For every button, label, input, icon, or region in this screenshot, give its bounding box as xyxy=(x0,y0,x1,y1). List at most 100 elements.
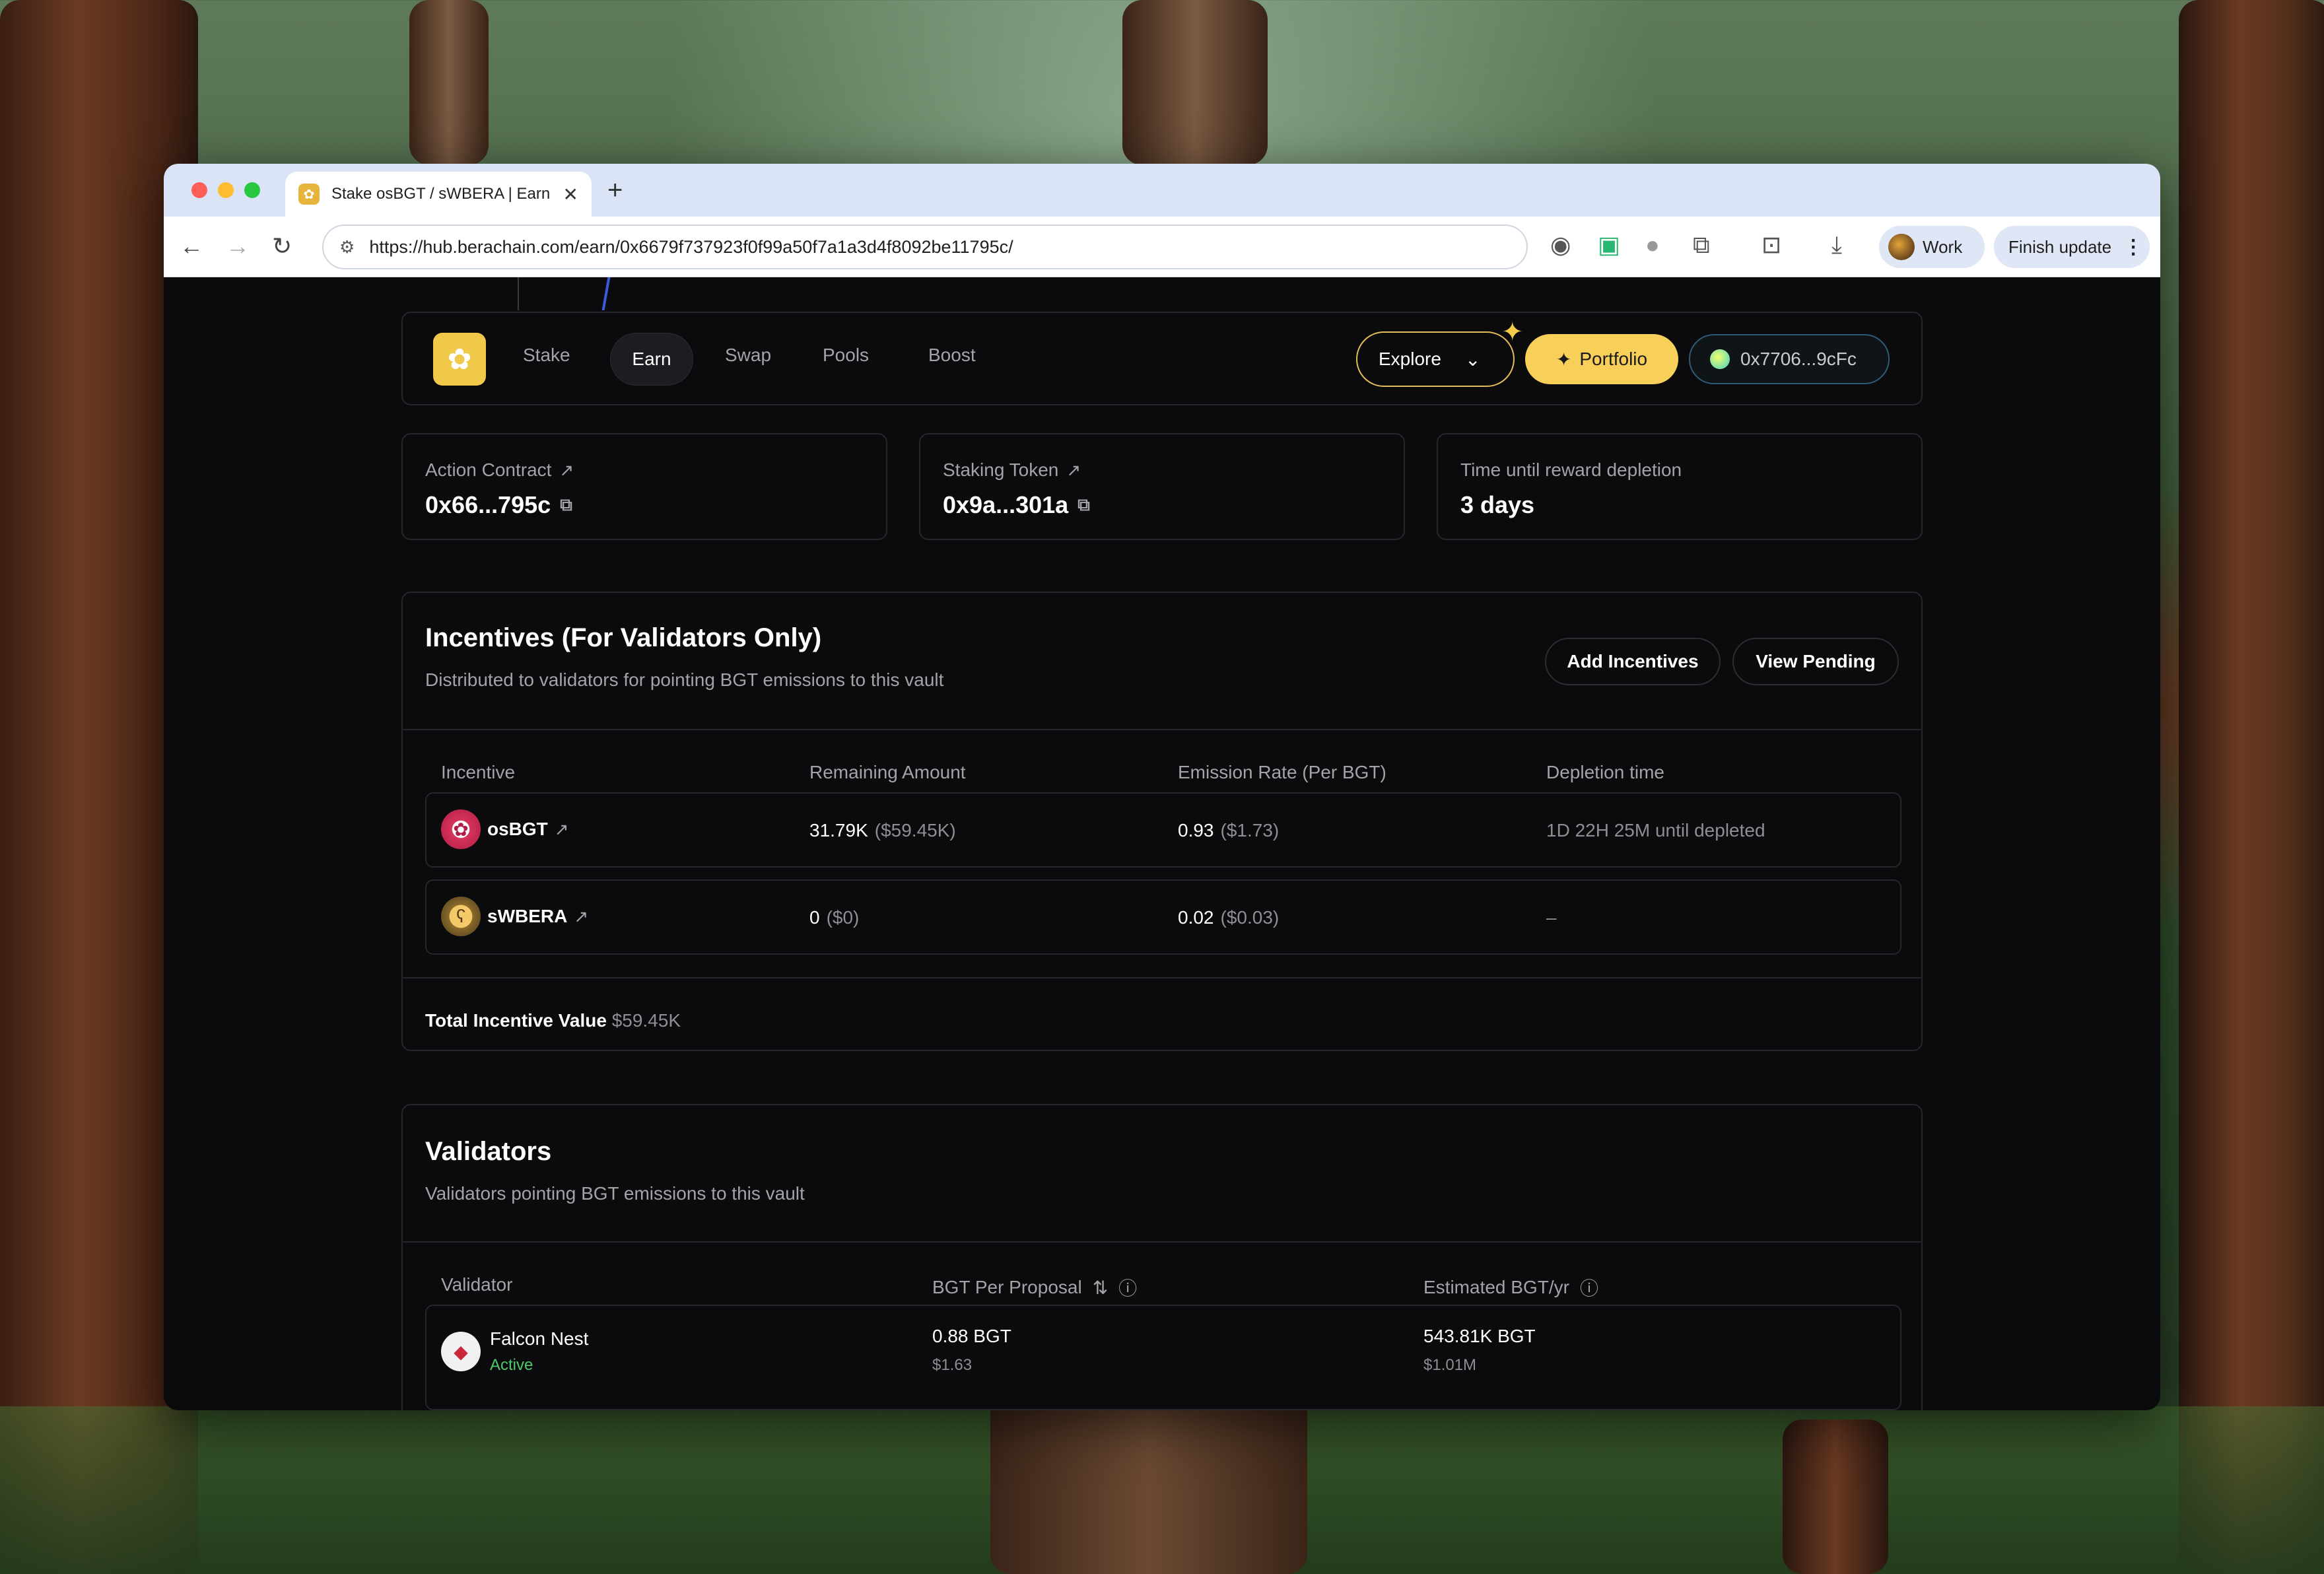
wallet-button[interactable]: 0x7706...9cFc xyxy=(1689,334,1890,384)
reading-mode-icon[interactable]: ⊡ xyxy=(1761,231,1781,259)
divider xyxy=(403,1241,1921,1243)
column-header-label: Estimated BGT/yr xyxy=(1423,1277,1569,1297)
extension-gray-icon[interactable]: ● xyxy=(1645,231,1660,259)
copy-icon[interactable]: ⧉ xyxy=(1077,495,1090,516)
divider xyxy=(403,977,1921,978)
external-link-icon[interactable]: ↗ xyxy=(559,460,574,481)
emission-rate-cell: 0.93 ($1.73) xyxy=(1178,820,1279,841)
extension-green-icon[interactable]: ▣ xyxy=(1598,231,1620,259)
wallet-avatar-icon xyxy=(1710,349,1730,369)
incentive-token-cell: ʕ sWBERA ↗ xyxy=(441,897,588,936)
status-badge: Active xyxy=(490,1356,533,1374)
copy-icon[interactable]: ⧉ xyxy=(560,495,572,516)
nav-link-pools[interactable]: Pools xyxy=(823,345,869,366)
panel-subtitle: Validators pointing BGT emissions to thi… xyxy=(425,1183,805,1204)
panel-subtitle: Distributed to validators for pointing B… xyxy=(425,669,944,690)
column-header: Remaining Amount xyxy=(809,762,966,782)
address-bar[interactable]: ⚙ https://hub.berachain.com/earn/0x6679f… xyxy=(322,224,1528,269)
extension-pin-icon[interactable]: ◉ xyxy=(1550,231,1571,259)
external-link-icon[interactable]: ↗ xyxy=(574,907,588,927)
url-text: https://hub.berachain.com/earn/0x6679f73… xyxy=(369,236,1013,257)
explore-dropdown[interactable]: Explore ⌄ xyxy=(1356,331,1515,387)
finish-update-label: Finish update xyxy=(2008,236,2112,257)
column-header: Depletion time xyxy=(1546,762,1664,782)
remaining-amount-cell: 0 ($0) xyxy=(809,907,859,928)
table-row[interactable]: ʕ sWBERA ↗ 0 ($0) 0.02 ($0.03) – xyxy=(425,879,1901,955)
sparkle-icon: ✦ xyxy=(1555,349,1572,370)
validator-info: Falcon Nest Active xyxy=(490,1328,588,1375)
emission-rate-usd: ($0.03) xyxy=(1220,907,1280,928)
token-name: osBGT xyxy=(487,819,548,839)
explore-label: Explore xyxy=(1379,349,1441,369)
stat-card-reward-depletion: Time until reward depletion 3 days xyxy=(1437,433,1923,540)
maximize-window-button[interactable] xyxy=(244,182,260,198)
background-tree-trunk xyxy=(1122,0,1268,165)
total-value: $59.45K xyxy=(611,1010,681,1031)
estimated-bgt-cell: 543.81K BGT $1.01M xyxy=(1423,1326,1536,1375)
column-header: Incentive xyxy=(441,762,516,782)
tab-title: Stake osBGT / sWBERA | Earn xyxy=(331,185,551,203)
site-settings-icon[interactable]: ⚙ xyxy=(339,237,355,257)
portfolio-button[interactable]: ✦ Portfolio xyxy=(1525,334,1678,384)
close-window-button[interactable] xyxy=(191,182,207,198)
minimize-window-button[interactable] xyxy=(218,182,234,198)
stat-card-action-contract: Action Contract ↗ 0x66...795c ⧉ xyxy=(401,433,887,540)
profile-chip[interactable]: Work xyxy=(1879,226,1985,268)
nav-link-stake[interactable]: Stake xyxy=(523,345,570,366)
kebab-menu-icon[interactable]: ⋮ xyxy=(2123,236,2143,259)
sort-icon[interactable]: ⇅ xyxy=(1093,1277,1108,1299)
stat-value: 0x66...795c xyxy=(425,491,551,518)
column-header: Estimated BGT/yr ⓘ xyxy=(1423,1274,1598,1301)
table-row[interactable]: ✿ osBGT ↗ 31.79K ($59.45K) 0.93 ($1.73) … xyxy=(425,792,1901,868)
table-row[interactable]: ◆ Falcon Nest Active 0.88 BGT $1.63 543.… xyxy=(425,1305,1901,1410)
extensions-puzzle-icon[interactable]: ⧉ xyxy=(1693,231,1710,259)
reload-icon[interactable]: ↻ xyxy=(272,232,292,260)
browser-tab[interactable]: ✿ Stake osBGT / sWBERA | Earn ✕ xyxy=(285,172,592,217)
validator-cell: ◆ Falcon Nest Active xyxy=(441,1328,588,1375)
bear-favicon-icon: ✿ xyxy=(298,184,320,205)
nav-link-earn[interactable]: Earn xyxy=(610,333,693,386)
sparkle-icon: ✦ xyxy=(1501,318,1524,347)
background-tree-trunk xyxy=(409,0,489,165)
info-icon[interactable]: ⓘ xyxy=(1580,1274,1598,1301)
close-tab-icon[interactable]: ✕ xyxy=(563,184,578,205)
column-header-sortable[interactable]: BGT Per Proposal ⇅ ⓘ xyxy=(932,1274,1137,1301)
finish-update-button[interactable]: Finish update ⋮ xyxy=(1994,226,2150,268)
nav-link-swap[interactable]: Swap xyxy=(725,345,771,366)
remaining-amount-usd: ($59.45K) xyxy=(874,820,956,840)
column-header: Emission Rate (Per BGT) xyxy=(1178,762,1386,782)
estimated-bgt-per-year: 543.81K BGT xyxy=(1423,1326,1536,1346)
browser-window: ✿ Stake osBGT / sWBERA | Earn ✕ + ← → ↻ … xyxy=(164,164,2160,1410)
osbgt-token-icon: ✿ xyxy=(441,809,481,849)
info-icon[interactable]: ⓘ xyxy=(1118,1274,1137,1301)
external-link-icon[interactable]: ↗ xyxy=(1066,460,1081,481)
page-content: ✿ Stake Earn Swap Pools Boost Explore ⌄ … xyxy=(164,277,2160,1410)
back-icon[interactable]: ← xyxy=(180,232,203,260)
portfolio-label: Portfolio xyxy=(1579,349,1648,369)
stat-value: 3 days xyxy=(1460,491,1535,518)
download-icon[interactable]: ⤓ xyxy=(1831,231,1842,259)
remaining-amount-cell: 31.79K ($59.45K) xyxy=(809,820,956,841)
chart-fragment-line xyxy=(518,277,519,310)
view-pending-button[interactable]: View Pending xyxy=(1732,638,1899,685)
nav-link-boost[interactable]: Boost xyxy=(928,345,976,366)
background-tree-trunk xyxy=(1783,1420,1888,1574)
add-incentives-button[interactable]: Add Incentives xyxy=(1545,638,1721,685)
emission-rate: 0.02 xyxy=(1178,907,1214,928)
column-header: Validator xyxy=(441,1274,513,1295)
chevron-down-icon: ⌄ xyxy=(1464,349,1481,370)
emission-rate: 0.93 xyxy=(1178,820,1214,840)
new-tab-icon[interactable]: + xyxy=(607,176,623,205)
external-link-icon[interactable]: ↗ xyxy=(555,819,569,840)
forward-icon[interactable]: → xyxy=(226,232,250,260)
stat-label: Action Contract xyxy=(425,460,552,480)
stat-card-staking-token: Staking Token ↗ 0x9a...301a ⧉ xyxy=(919,433,1405,540)
panel-title: Incentives (For Validators Only) xyxy=(425,623,822,652)
column-header-label: BGT Per Proposal xyxy=(932,1277,1082,1297)
browser-toolbar: ← → ↻ ⚙ https://hub.berachain.com/earn/0… xyxy=(164,217,2160,277)
validator-name[interactable]: Falcon Nest xyxy=(490,1328,588,1350)
berachain-logo-icon[interactable]: ✿ xyxy=(433,333,486,386)
panel-title: Validators xyxy=(425,1137,552,1166)
chart-fragment-series xyxy=(601,277,611,310)
remaining-amount: 31.79K xyxy=(809,820,868,840)
